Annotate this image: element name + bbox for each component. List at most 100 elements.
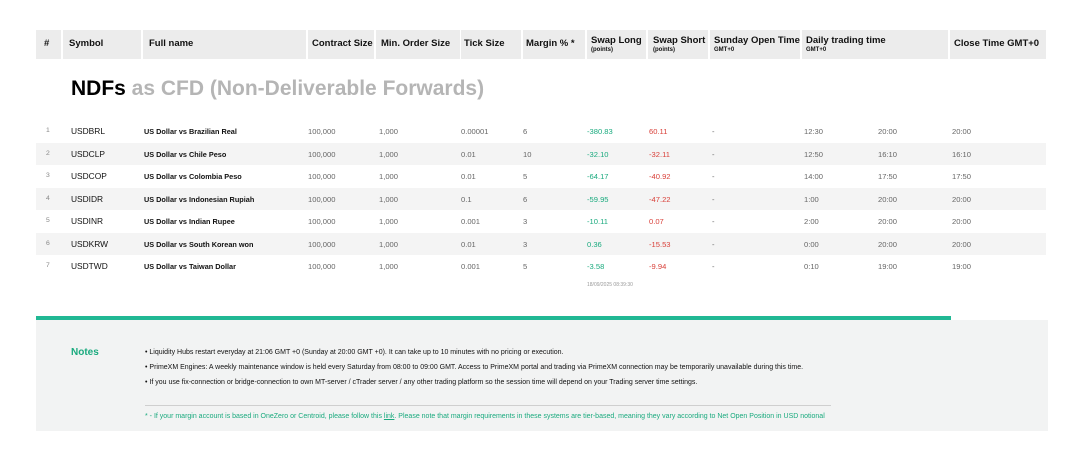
- row-min-order: 1,000: [379, 127, 399, 136]
- row-full-name: US Dollar vs Brazilian Real: [144, 127, 237, 136]
- row-symbol: USDCOP: [71, 171, 107, 181]
- note-item: • Liquidity Hubs restart everyday at 21:…: [145, 349, 564, 356]
- notes-title: Notes: [71, 347, 99, 358]
- row-contract-size: 100,000: [308, 149, 336, 159]
- row-min-order: 1,000: [379, 239, 399, 249]
- header-margin: Margin % *: [523, 30, 585, 59]
- row-swap-short: -40.92: [649, 172, 671, 181]
- table-row: 4 USDIDR US Dollar vs Indonesian Rupiah 100…: [36, 187, 1046, 210]
- page-title-rest: as CFD (Non-Deliverable Forwards): [125, 77, 485, 100]
- row-daily-end: 20:00: [878, 127, 898, 136]
- notes-accent-bar: [36, 316, 951, 320]
- timestamp: 18/09/2025 08:39:30: [587, 282, 633, 288]
- header-swap-short: Swap Short (points): [648, 30, 708, 59]
- header-close-time: Close Time GMT+0: [950, 30, 1046, 59]
- row-swap-long: -3.58: [587, 262, 605, 271]
- row-daily-start: 12:50: [804, 149, 824, 159]
- row-daily-start: 12:30: [804, 127, 824, 136]
- header-swap-short-unit: (points): [653, 47, 675, 53]
- row-number: 4: [46, 194, 50, 202]
- row-swap-long: 0.36: [587, 239, 602, 249]
- row-close-time: 16:10: [952, 149, 972, 159]
- row-swap-long: -10.11: [587, 217, 608, 226]
- table-header: # Symbol Full name Contract Size Min. Or…: [36, 30, 1046, 59]
- row-symbol: USDCLP: [71, 148, 105, 159]
- row-close-time: 19:00: [952, 262, 972, 271]
- table-row: 2 USDCLP US Dollar vs Chile Peso 100,000 1,0…: [36, 142, 1046, 165]
- row-sunday-open: -: [712, 172, 715, 181]
- row-full-name: US Dollar vs South Korean won: [144, 239, 254, 249]
- row-sunday-open: -: [712, 149, 715, 159]
- header-daily-trading-label: Daily trading time: [806, 35, 886, 46]
- header-daily-trading: Daily trading time GMT+0: [802, 30, 948, 59]
- row-contract-size: 100,000: [308, 127, 336, 136]
- header-symbol: Symbol: [63, 30, 141, 59]
- footnote-text-post: . Please note that margin requirements i…: [394, 413, 825, 420]
- row-margin: 10: [523, 149, 532, 159]
- row-close-time: 20:00: [952, 239, 972, 249]
- row-sunday-open: -: [712, 217, 715, 226]
- header-contract-size: Contract Size: [308, 30, 374, 59]
- table-row: 7 USDTWD US Dollar vs Taiwan Dollar 100,000…: [36, 255, 1046, 277]
- row-daily-start: 2:00: [804, 217, 819, 226]
- header-min-order: Min. Order Size: [376, 30, 460, 59]
- row-margin: 3: [523, 217, 528, 226]
- row-full-name: US Dollar vs Taiwan Dollar: [144, 262, 236, 271]
- row-number: 3: [46, 172, 50, 179]
- header-swap-short-label: Swap Short: [653, 35, 706, 46]
- row-tick-size: 0.00001: [461, 127, 489, 136]
- row-min-order: 1,000: [379, 262, 399, 271]
- row-tick-size: 0.001: [461, 217, 481, 226]
- row-number: 6: [46, 239, 50, 247]
- header-swap-long-label: Swap Long: [591, 35, 642, 46]
- row-tick-size: 0.01: [461, 172, 476, 181]
- row-contract-size: 100,000: [308, 217, 336, 226]
- row-symbol: USDINR: [71, 216, 104, 226]
- row-number: 1: [46, 127, 50, 134]
- row-full-name: US Dollar vs Indonesian Rupiah: [144, 194, 255, 204]
- note-item: • If you use fix-connection or bridge-co…: [145, 379, 698, 386]
- row-full-name: US Dollar vs Chile Peso: [144, 149, 227, 159]
- note-item: • PrimeXM Engines: A weekly maintenance …: [145, 364, 804, 371]
- row-tick-size: 0.01: [461, 239, 476, 249]
- row-daily-start: 0:10: [804, 262, 819, 271]
- table-row: 6 USDKRW US Dollar vs South Korean won 100,…: [36, 232, 1046, 255]
- row-margin: 5: [523, 262, 528, 271]
- page-title: NDFs as CFD (Non-Deliverable Forwards): [71, 77, 484, 101]
- header-tick-size: Tick Size: [461, 30, 521, 59]
- row-sunday-open: -: [712, 239, 715, 249]
- row-contract-size: 100,000: [308, 262, 336, 271]
- row-swap-long: -59.95: [587, 194, 609, 204]
- row-close-time: 20:00: [952, 217, 972, 226]
- footnote-link[interactable]: link: [384, 413, 395, 420]
- row-swap-short: 60.11: [649, 127, 668, 136]
- row-tick-size: 0.01: [461, 149, 476, 159]
- margin-footnote: * - If your margin account is based in O…: [145, 413, 825, 420]
- row-symbol: USDKRW: [71, 238, 109, 249]
- row-daily-start: 1:00: [804, 194, 819, 204]
- row-swap-short: -9.94: [649, 262, 667, 271]
- header-daily-trading-unit: GMT+0: [806, 47, 827, 53]
- row-margin: 5: [523, 172, 528, 181]
- row-contract-size: 100,000: [308, 194, 336, 204]
- row-close-time: 17:50: [952, 172, 972, 181]
- row-number: 2: [46, 149, 50, 157]
- row-margin: 3: [523, 239, 528, 249]
- row-daily-end: 17:50: [878, 172, 898, 181]
- row-swap-short: -15.53: [649, 239, 671, 249]
- row-min-order: 1,000: [379, 194, 399, 204]
- row-tick-size: 0.1: [461, 194, 472, 204]
- row-margin: 6: [523, 194, 528, 204]
- row-full-name: US Dollar vs Colombia Peso: [144, 172, 242, 181]
- row-daily-end: 19:00: [878, 262, 898, 271]
- table-row: 1 USDBRL US Dollar vs Brazilian Real 100,00…: [36, 120, 1046, 142]
- row-number: 7: [46, 262, 50, 269]
- row-tick-size: 0.001: [461, 262, 481, 271]
- row-symbol: USDBRL: [71, 126, 105, 136]
- row-daily-end: 20:00: [878, 194, 898, 204]
- footnote-text-pre: * - If your margin account is based in O…: [145, 413, 384, 420]
- row-full-name: US Dollar vs Indian Rupee: [144, 217, 235, 226]
- header-swap-long: Swap Long (points): [587, 30, 646, 59]
- row-daily-end: 20:00: [878, 239, 898, 249]
- row-swap-long: -64.17: [587, 172, 609, 181]
